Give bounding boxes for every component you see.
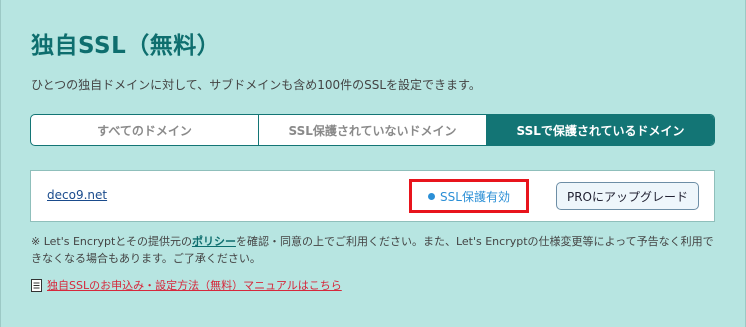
- domain-link[interactable]: deco9.net: [47, 188, 107, 202]
- ssl-status-badge: SSL保護有効: [409, 179, 529, 213]
- status-dot-icon: [428, 192, 436, 200]
- tab-all-domains[interactable]: すべてのドメイン: [31, 115, 259, 145]
- manual-row: 独自SSLのお申込み・設定方法（無料）マニュアルはこちら: [31, 277, 342, 293]
- note-prefix: ※ Let's Encryptとその提供元の: [31, 235, 192, 248]
- page-description: ひとつの独自ドメインに対して、サブドメインも含め100件のSSLを設定できます。: [31, 78, 481, 92]
- ssl-panel: 独自SSL（無料） ひとつの独自ドメインに対して、サブドメインも含め100件のS…: [0, 0, 746, 327]
- page-title: 独自SSL（無料）: [31, 33, 221, 59]
- domain-row: deco9.net SSL保護有効 PROにアップグレード: [30, 170, 715, 222]
- upgrade-pro-button[interactable]: PROにアップグレード: [556, 182, 699, 210]
- ssl-status-text: SSL保護有効: [440, 189, 510, 204]
- policy-link[interactable]: ポリシー: [192, 235, 236, 248]
- terms-note: ※ Let's Encryptとその提供元のポリシーを確認・同意の上でご利用くだ…: [31, 233, 721, 267]
- manual-link[interactable]: 独自SSLのお申込み・設定方法（無料）マニュアルはこちら: [47, 277, 342, 293]
- tab-protected-domains[interactable]: SSLで保護されているドメイン: [487, 115, 714, 145]
- domain-filter-tabs: すべてのドメイン SSL保護されていないドメイン SSLで保護されているドメイン: [30, 114, 715, 146]
- tab-unprotected-domains[interactable]: SSL保護されていないドメイン: [259, 115, 487, 145]
- document-icon: [31, 278, 42, 292]
